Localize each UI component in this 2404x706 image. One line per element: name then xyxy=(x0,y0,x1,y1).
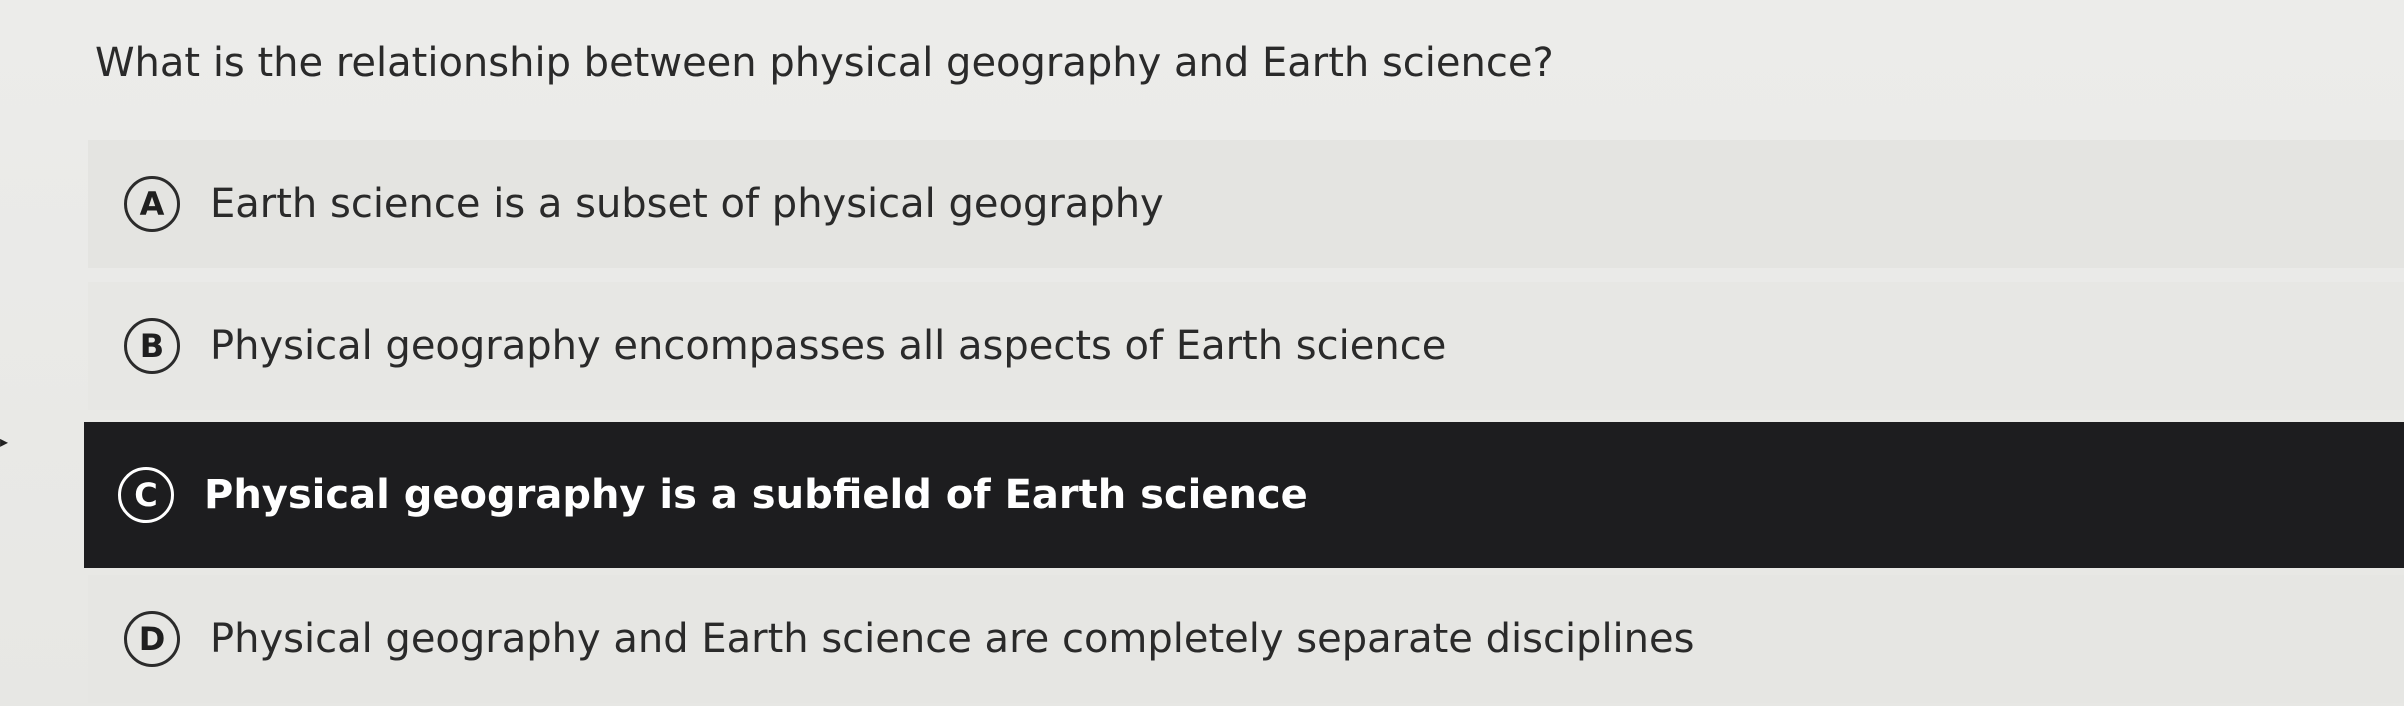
option-b-label: Physical geography encompasses all aspec… xyxy=(210,323,1447,369)
question-text: What is the relationship between physica… xyxy=(95,40,1554,86)
option-a-label: Earth science is a subset of physical ge… xyxy=(210,181,1164,227)
cursor-arrow-icon: ▸ xyxy=(0,432,9,451)
option-a-letter-badge: A xyxy=(124,176,180,232)
option-c-selected[interactable]: C Physical geography is a subfield of Ea… xyxy=(84,422,2404,568)
quiz-page: What is the relationship between physica… xyxy=(0,0,2404,706)
option-c-label: Physical geography is a subfield of Eart… xyxy=(204,472,1308,518)
option-a[interactable]: A Earth science is a subset of physical … xyxy=(88,140,2404,268)
option-c-letter-badge: C xyxy=(118,467,174,523)
option-d-letter-badge: D xyxy=(124,611,180,667)
option-b[interactable]: B Physical geography encompasses all asp… xyxy=(88,282,2404,410)
option-d[interactable]: D Physical geography and Earth science a… xyxy=(88,575,2404,703)
option-b-letter-badge: B xyxy=(124,318,180,374)
option-d-label: Physical geography and Earth science are… xyxy=(210,616,1695,662)
